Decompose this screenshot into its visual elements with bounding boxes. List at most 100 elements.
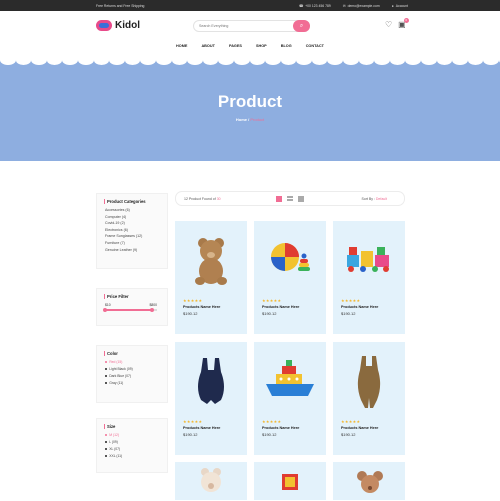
product-image[interactable] (333, 342, 405, 415)
color-title: Color (104, 351, 167, 356)
price-slider-min-handle[interactable] (103, 307, 107, 312)
breadcrumb-current: Product (250, 117, 265, 122)
main-nav: HOME ABOUT PAGES SHOP BLOG CONTACT (0, 44, 500, 48)
product-name[interactable]: Products Name Here (262, 426, 326, 430)
size-option-xxl[interactable]: XXL (11) (105, 454, 167, 458)
wishlist-icon[interactable]: ♡ (385, 21, 392, 29)
price-filter-panel: Price Filter $10 $800 (96, 288, 168, 326)
category-item[interactable]: Genuine Leather (9) (105, 248, 167, 252)
product-name[interactable]: Products Name Here (262, 305, 326, 309)
product-card[interactable] (333, 462, 405, 500)
teddy-bear-icon (195, 238, 227, 285)
category-item[interactable]: Electronics (6) (105, 228, 167, 232)
price-slider-max-handle[interactable] (149, 307, 154, 312)
teddy-bear-icon (201, 468, 221, 492)
nav-about[interactable]: ABOUT (201, 44, 215, 48)
size-option-m[interactable]: M (12) (105, 433, 167, 437)
price-max: $800 (149, 303, 157, 307)
toy-mouse-icon (357, 471, 383, 493)
category-item[interactable]: Covid-19 (2) (105, 221, 167, 225)
toy-boat-icon (266, 360, 314, 396)
product-price: $190.12 (341, 431, 356, 437)
product-name[interactable]: Products Name Here (341, 426, 405, 430)
category-item[interactable]: Computer (4) (105, 215, 167, 219)
categories-title: Product Categories (104, 199, 167, 204)
site-header: Kidol ⌕ ♡ ▣0 (0, 11, 500, 41)
rating-stars: ★★★★★ (262, 298, 282, 303)
color-option-light-black[interactable]: Light Black (09) (105, 367, 167, 371)
logo[interactable]: Kidol (96, 20, 140, 31)
phone-link[interactable]: ☎ +00 123 456 789 (299, 4, 331, 8)
nav-contact[interactable]: CONTACT (306, 44, 324, 48)
sort-select[interactable]: Sort By : Default (362, 197, 388, 201)
navy-romper-icon (198, 358, 224, 404)
breadcrumb-home[interactable]: Home (236, 117, 247, 122)
page-title: Product (217, 92, 283, 111)
search-button[interactable]: ⌕ (293, 20, 310, 32)
scallop-border (0, 60, 500, 65)
brown-romper-icon (357, 356, 381, 408)
product-price: $190.12 (183, 431, 198, 437)
price-min: $10 (105, 303, 111, 307)
product-card[interactable] (254, 462, 326, 500)
product-card[interactable]: ★★★★★ Products Name Here $190.12 (175, 221, 247, 334)
product-card[interactable]: ★★★★★ Products Name Here $190.12 (254, 221, 326, 334)
grid-small-view-icon[interactable] (298, 196, 304, 202)
product-image[interactable] (254, 342, 326, 415)
product-card[interactable]: ★★★★★ Products Name Here $190.12 (254, 342, 326, 455)
mail-icon: ✉ (342, 3, 346, 8)
product-card[interactable]: ★★★★★ Products Name Here $190.12 (333, 342, 405, 455)
nav-blog[interactable]: BLOG (281, 44, 292, 48)
search-input[interactable] (199, 24, 289, 28)
product-name[interactable]: Products Name Here (183, 305, 247, 309)
top-bar: Free Returns and Free Shipping ☎ +00 123 … (0, 0, 500, 11)
product-price: $190.12 (341, 310, 356, 316)
size-title: Size (104, 424, 167, 429)
color-option-red[interactable]: Red (15) (105, 360, 167, 364)
product-card[interactable]: ★★★★★ Products Name Here $190.12 (175, 342, 247, 455)
size-option-l[interactable]: L (09) (105, 440, 167, 444)
account-link[interactable]: ● Account (392, 4, 408, 8)
price-slider[interactable] (103, 307, 157, 312)
beach-ball-icon (271, 243, 310, 271)
product-card[interactable] (175, 462, 247, 500)
category-item[interactable]: Frame Sunglasses (12) (105, 234, 167, 238)
user-icon: ● (391, 3, 394, 8)
product-price: $190.12 (183, 310, 198, 316)
phone-icon: ☎ (298, 3, 304, 8)
cart-icon[interactable]: ▣ 0 (398, 18, 409, 29)
promo-text: Free Returns and Free Shipping (96, 3, 145, 8)
product-name[interactable]: Products Name Here (183, 426, 247, 430)
categories-panel: Product Categories Accessories (6) Compu… (96, 193, 168, 269)
product-image[interactable] (175, 221, 247, 294)
rating-stars: ★★★★★ (341, 298, 361, 303)
search-bar: ⌕ (193, 20, 310, 32)
search-icon: ⌕ (299, 22, 304, 29)
color-swatch (105, 374, 108, 378)
category-item[interactable]: Accessories (6) (105, 208, 167, 212)
product-image[interactable] (254, 221, 326, 294)
product-image[interactable] (175, 342, 247, 415)
logo-car-icon (96, 20, 112, 31)
product-card[interactable]: ★★★★★ Products Name Here $190.12 (333, 221, 405, 334)
result-count: 12 Product Found of 30 (184, 197, 221, 201)
size-option-xl[interactable]: XL (07) (105, 447, 167, 451)
color-swatch (105, 367, 108, 371)
color-option-dark-blue[interactable]: Dark Blue (07) (105, 374, 167, 378)
price-filter-title: Price Filter (104, 294, 167, 299)
rating-stars: ★★★★★ (183, 419, 203, 424)
list-view-icon[interactable] (287, 196, 293, 202)
shop-toolbar: 12 Product Found of 30 Sort By : Default (175, 191, 405, 206)
rating-stars: ★★★★★ (183, 298, 203, 303)
email-link[interactable]: ✉ demo@example.com (343, 4, 380, 8)
nav-shop[interactable]: SHOP (256, 44, 267, 48)
nav-pages[interactable]: PAGES (229, 44, 242, 48)
color-panel: Color Red (15) Light Black (09) Dark Blu… (96, 345, 168, 403)
color-option-gray[interactable]: Gray (11) (105, 381, 167, 385)
grid-view-icon[interactable] (276, 196, 282, 202)
product-name[interactable]: Products Name Here (341, 305, 405, 309)
nav-home[interactable]: HOME (176, 44, 187, 48)
page-banner: Product Home / Product (0, 60, 500, 161)
category-item[interactable]: Furniture (7) (105, 241, 167, 245)
product-image[interactable] (333, 221, 405, 294)
